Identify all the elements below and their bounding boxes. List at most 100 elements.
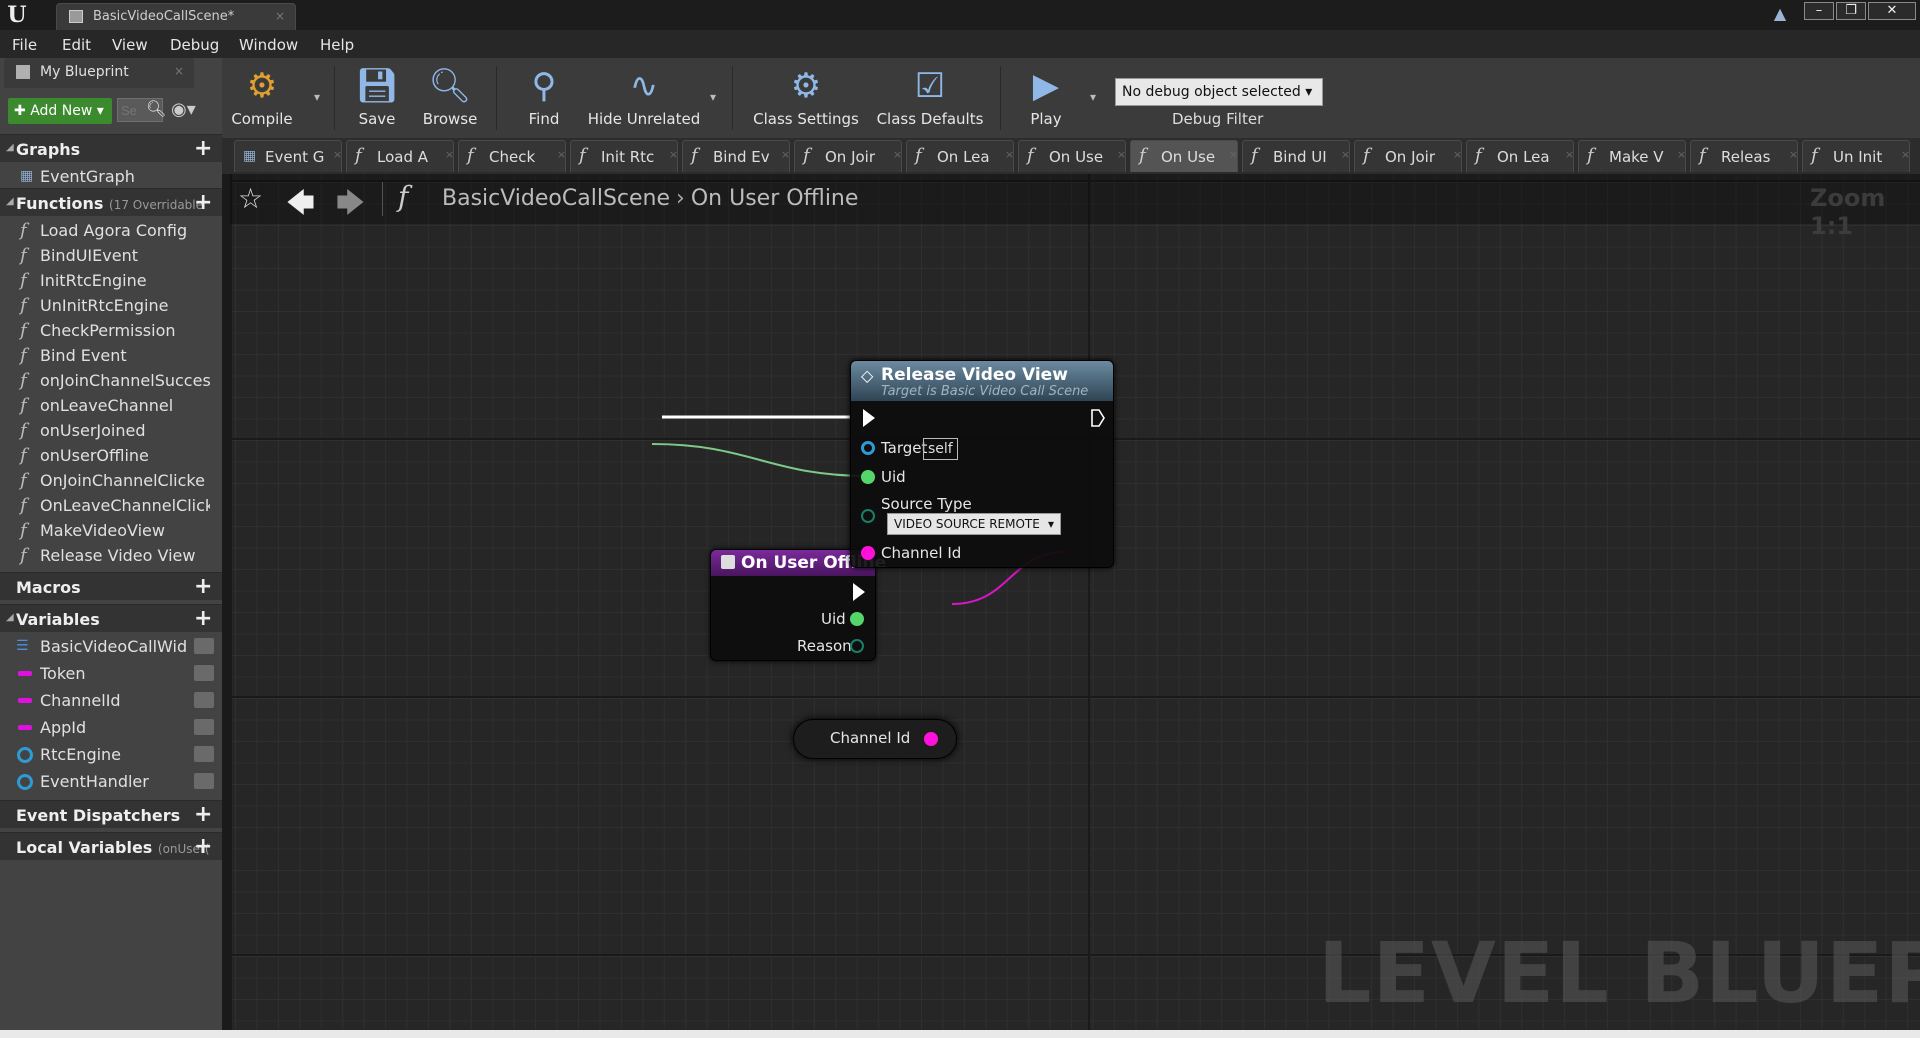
release-target-pin[interactable]	[861, 441, 875, 455]
visibility-eye-icon[interactable]	[194, 638, 214, 654]
macros-section-header[interactable]: Macros +	[0, 572, 222, 600]
release-exec-out-pin[interactable]	[1091, 409, 1105, 427]
add-new-button[interactable]: ✚ Add New ▾	[8, 98, 112, 124]
visibility-eye-icon[interactable]	[194, 692, 214, 708]
menu-debug[interactable]: Debug	[170, 36, 219, 54]
release-channel-id-pin[interactable]	[861, 546, 875, 560]
close-tab-icon[interactable]: ×	[275, 9, 285, 23]
function-item[interactable]: f BindUIEvent	[0, 243, 222, 268]
add-local-variable-icon[interactable]: +	[194, 834, 212, 859]
play-button[interactable]: ▶ Play	[1012, 62, 1080, 138]
document-tab[interactable]: BasicVideoCallScene* ×	[56, 3, 296, 30]
variable-item[interactable]: ☰ BasicVideoCallWid	[0, 634, 222, 659]
graph-tab[interactable]: f On Joir ×	[794, 140, 902, 172]
collapse-arrow-icon[interactable]: ◢	[6, 142, 14, 153]
graph-tab[interactable]: f On Lea ×	[906, 140, 1014, 172]
function-item[interactable]: f OnJoinChannelClicke	[0, 468, 222, 493]
visibility-eye-icon[interactable]	[194, 665, 214, 681]
visibility-eye-icon[interactable]	[194, 746, 214, 762]
find-button[interactable]: ⚲ Find	[514, 62, 574, 138]
debug-object-select[interactable]: No debug object selected ▾	[1115, 78, 1323, 106]
variable-item[interactable]: AppId	[0, 715, 222, 740]
save-button[interactable]: 💾︎ Save	[352, 62, 402, 138]
search-icon[interactable]: 🔍︎	[146, 99, 166, 118]
close-tab-icon[interactable]: ×	[557, 148, 565, 161]
variable-item[interactable]: RtcEngine	[0, 742, 222, 767]
close-tab-icon[interactable]: ×	[669, 148, 677, 161]
graphs-section-header[interactable]: ◢ Graphs +	[0, 134, 222, 162]
release-target-default[interactable]: self	[923, 438, 958, 460]
function-item[interactable]: f OnLeaveChannelClick	[0, 493, 222, 518]
graph-tab[interactable]: f Make V ×	[1578, 140, 1686, 172]
graduation-cap-icon[interactable]: ▲	[1768, 4, 1792, 24]
close-tab-icon[interactable]: ×	[781, 148, 789, 161]
uid-wire[interactable]	[651, 443, 869, 477]
variable-item[interactable]: EventHandler	[0, 769, 222, 794]
close-tab-icon[interactable]: ×	[1677, 148, 1685, 161]
graph-tab[interactable]: ▦ Event G ×	[234, 140, 342, 172]
functions-section-header[interactable]: ◢ Functions (17 Overridable +	[0, 188, 222, 216]
graph-tab[interactable]: f Releas ×	[1690, 140, 1798, 172]
graph-tab[interactable]: f Load A ×	[346, 140, 454, 172]
function-item[interactable]: f onLeaveChannel	[0, 393, 222, 418]
visibility-eye-icon[interactable]	[194, 773, 214, 789]
minimize-button[interactable]: –	[1804, 2, 1834, 20]
graph-tab[interactable]: f Bind Ev ×	[682, 140, 790, 172]
play-options-chevron-down-icon[interactable]: ▾	[1090, 90, 1096, 104]
graph-tab[interactable]: f Bind UI ×	[1242, 140, 1350, 172]
release-uid-pin[interactable]	[861, 470, 875, 484]
add-variable-icon[interactable]: +	[194, 606, 212, 631]
add-function-icon[interactable]: +	[194, 190, 212, 215]
class-settings-button[interactable]: ⚙ Class Settings	[750, 62, 862, 138]
add-event-dispatcher-icon[interactable]: +	[194, 802, 212, 827]
menu-edit[interactable]: Edit	[62, 36, 91, 54]
close-tab-icon[interactable]: ×	[893, 148, 901, 161]
graph-tab[interactable]: f Init Rtc ×	[570, 140, 678, 172]
close-window-button[interactable]: ✕	[1868, 2, 1916, 20]
source-type-select[interactable]: VIDEO SOURCE REMOTE ▾	[887, 513, 1061, 535]
channel-id-variable-pin[interactable]	[924, 732, 938, 746]
local-variables-section-header[interactable]: Local Variables (onUser( +	[0, 832, 222, 860]
close-tab-icon[interactable]: ×	[1005, 148, 1013, 161]
function-item[interactable]: f onUserJoined	[0, 418, 222, 443]
hide-unrelated-chevron-down-icon[interactable]: ▾	[710, 90, 716, 104]
channel-id-variable-node[interactable]: Channel Id	[793, 719, 957, 759]
menu-help[interactable]: Help	[320, 36, 354, 54]
close-tab-icon[interactable]: ×	[1565, 148, 1573, 161]
close-tab-icon[interactable]: ×	[1789, 148, 1797, 161]
close-tab-icon[interactable]: ×	[1341, 148, 1349, 161]
release-video-view-node[interactable]: ◇ Release Video View Target is Basic Vid…	[850, 360, 1114, 568]
menu-file[interactable]: File	[12, 36, 37, 54]
collapse-arrow-icon[interactable]: ◢	[6, 612, 14, 623]
function-item[interactable]: f Release Video View	[0, 543, 222, 568]
graph-tab[interactable]: f On Use ×	[1018, 140, 1126, 172]
class-defaults-button[interactable]: ☑ Class Defaults	[874, 62, 986, 138]
visibility-eye-icon[interactable]	[194, 719, 214, 735]
graph-tab[interactable]: f Un Init ×	[1802, 140, 1910, 172]
my-blueprint-tab[interactable]: My Blueprint ×	[4, 58, 194, 88]
close-tab-icon[interactable]: ×	[445, 148, 453, 161]
add-macro-icon[interactable]: +	[194, 574, 212, 599]
event-dispatchers-section-header[interactable]: Event Dispatchers +	[0, 800, 222, 828]
variables-section-header[interactable]: ◢ Variables +	[0, 604, 222, 632]
entry-reason-pin[interactable]	[850, 639, 864, 653]
function-item[interactable]: f InitRtcEngine	[0, 268, 222, 293]
function-item[interactable]: f onJoinChannelSucces	[0, 368, 222, 393]
unreal-logo-icon[interactable]: U	[4, 2, 30, 28]
graph-item-eventgraph[interactable]: ▦ EventGraph	[0, 164, 222, 189]
entry-uid-pin[interactable]	[850, 612, 864, 626]
release-exec-in-pin[interactable]	[863, 409, 875, 427]
compile-options-chevron-down-icon[interactable]: ▾	[314, 90, 320, 104]
close-tab-icon[interactable]: ×	[1229, 148, 1237, 161]
function-item[interactable]: f UnInitRtcEngine	[0, 293, 222, 318]
browse-button[interactable]: 🔍︎ Browse	[418, 62, 482, 138]
function-item[interactable]: f Load Agora Config	[0, 218, 222, 243]
function-item[interactable]: f onUserOffline	[0, 443, 222, 468]
graph-tab[interactable]: f On Use ×	[1130, 140, 1238, 172]
graph-tab[interactable]: f On Joir ×	[1354, 140, 1462, 172]
close-tab-icon[interactable]: ×	[1901, 148, 1909, 161]
close-tab-icon[interactable]: ×	[1117, 148, 1125, 161]
function-item[interactable]: f CheckPermission	[0, 318, 222, 343]
graph-tab[interactable]: f Check ×	[458, 140, 566, 172]
close-tab-icon[interactable]: ×	[333, 148, 341, 161]
